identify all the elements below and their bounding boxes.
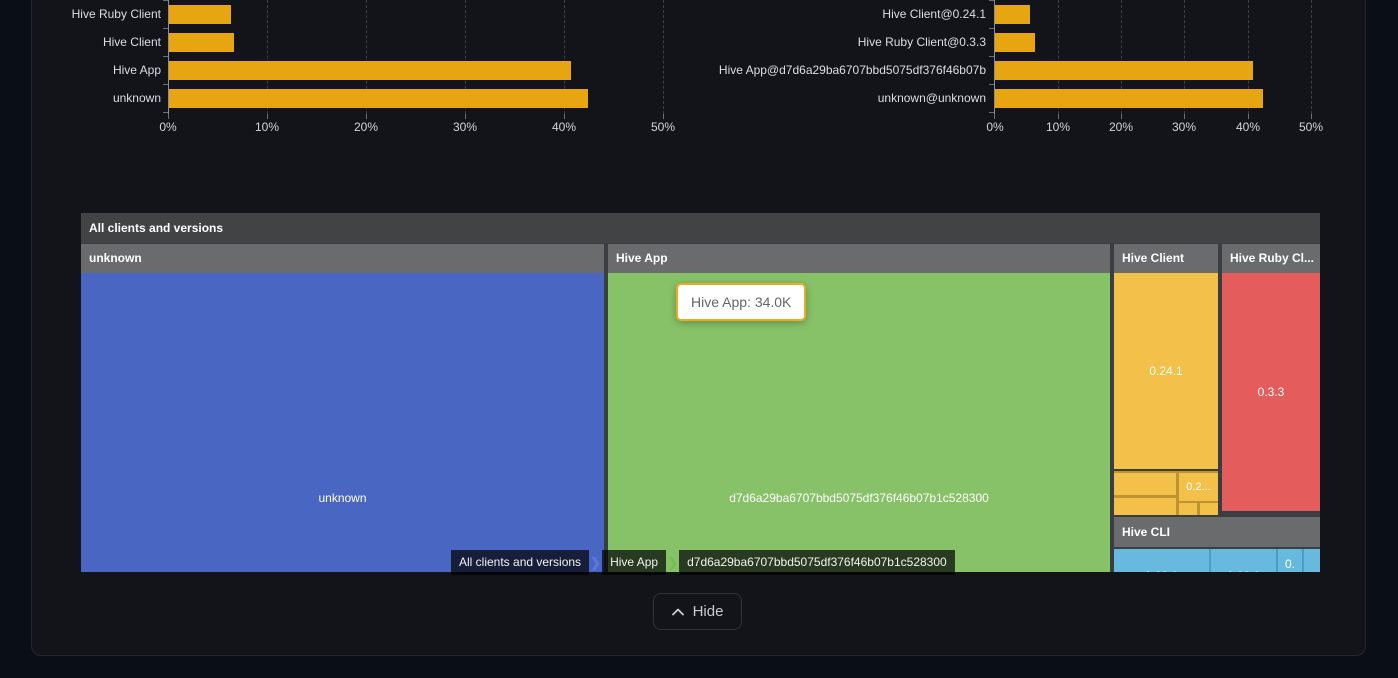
treemap-section-header-hive-app[interactable]: Hive App: [608, 244, 1110, 273]
treemap-cell-0-23-0[interactable]: 0.23.0: [1211, 549, 1276, 572]
treemap-cell-small[interactable]: [1114, 473, 1176, 495]
hide-button[interactable]: Hide: [653, 593, 742, 630]
bar-hive-ruby-client-0-3-3[interactable]: [995, 33, 1035, 52]
x-axis-tick: [994, 114, 995, 119]
bar-hive-client-0-24-1[interactable]: [995, 5, 1030, 24]
treemap-cell-unknown[interactable]: unknown: [81, 273, 604, 572]
y-axis-tick: [989, 112, 994, 113]
x-axis-label: 10%: [1036, 120, 1080, 134]
treemap-tooltip: Hive App: 34.0K: [676, 283, 806, 321]
y-axis-tick: [989, 0, 994, 1]
treemap-cell-small[interactable]: [1114, 498, 1176, 515]
treemap-cell-0-23-0[interactable]: 0.23.0: [1114, 549, 1209, 572]
hide-button-label: Hide: [693, 603, 724, 620]
x-axis-tick: [1121, 114, 1122, 119]
treemap-cell-small[interactable]: [1200, 503, 1218, 515]
treemap-section-header-hive-client[interactable]: Hive Client: [1114, 244, 1218, 273]
treemap-cell-small[interactable]: [1304, 549, 1320, 572]
treemap-cell-label: d7d6a29ba6707bbd5075df376f46b07b1c528300: [608, 491, 1110, 505]
treemap-cell-label: 0.23.0: [1114, 569, 1209, 572]
x-axis-label: 20%: [1099, 120, 1143, 134]
treemap-cell-label: 0.: [1278, 557, 1302, 571]
chevron-up-icon: [672, 608, 684, 616]
treemap-section-header-hive-cli[interactable]: Hive CLI: [1114, 517, 1320, 547]
treemap-all-clients-versions: All clients and versions unknown unknown…: [81, 213, 1320, 572]
page-background: Hive Ruby Client Hive Client Hive App un…: [0, 0, 1398, 678]
x-axis-tick: [1058, 114, 1059, 119]
treemap-cell-0[interactable]: 0.: [1278, 549, 1302, 572]
gridline: [1311, 0, 1312, 114]
plot-area: 0% 10% 20% 30% 40% 50%: [994, 0, 1324, 114]
treemap-cell-0-2[interactable]: 0.2...: [1179, 473, 1218, 501]
y-axis-tick: [989, 56, 994, 57]
treemap-cell-label: unknown: [81, 491, 604, 505]
treemap-cell-small[interactable]: [1179, 503, 1197, 515]
x-axis-label: 30%: [1162, 120, 1206, 134]
breadcrumb-item-hive-app[interactable]: Hive App: [602, 550, 666, 575]
y-axis-tick: [989, 28, 994, 29]
axis-category-label: Hive Ruby Client@0.3.3: [700, 36, 986, 49]
treemap-section-header-unknown[interactable]: unknown: [81, 244, 604, 273]
axis-category-label: Hive App@d7d6a29ba6707bbd5075df376f46b07…: [700, 64, 986, 77]
treemap-cell-label: 0.2...: [1186, 481, 1210, 493]
treemap-cell-0-3-3[interactable]: 0.3.3: [1222, 273, 1320, 511]
treemap-cell-label: 0.23.0: [1211, 569, 1276, 572]
x-axis-label: 40%: [1226, 120, 1270, 134]
bar-hive-app-hash[interactable]: [995, 61, 1253, 80]
treemap-subcells-hive-client: 0.2...: [1114, 471, 1218, 515]
breadcrumb-item-version-hash[interactable]: d7d6a29ba6707bbd5075df376f46b07b1c528300: [679, 550, 955, 575]
chevron-right-icon: ❯: [666, 550, 679, 575]
y-axis-tick: [989, 84, 994, 85]
x-axis-label: 50%: [1289, 120, 1333, 134]
x-axis-tick: [1184, 114, 1185, 119]
treemap-subcells-hive-cli: 0.23.0 0.23.0 0.: [1114, 549, 1320, 572]
treemap-section-header-hive-ruby-client[interactable]: Hive Ruby Cl...: [1222, 244, 1320, 273]
treemap-cell-label: 0.24.1: [1149, 364, 1182, 378]
treemap-breadcrumb: All clients and versions ❯ Hive App ❯ d7…: [451, 550, 955, 575]
x-axis-label: 0%: [973, 120, 1017, 134]
bar-unknown-unknown[interactable]: [995, 89, 1263, 108]
x-axis-tick: [1248, 114, 1249, 119]
treemap-cell-0-24-1[interactable]: 0.24.1: [1114, 273, 1218, 469]
treemap-root-header[interactable]: All clients and versions: [81, 213, 1320, 243]
treemap-cell-label: 0.3.3: [1258, 385, 1285, 399]
axis-category-label: Hive Client@0.24.1: [700, 8, 986, 21]
axis-category-label: unknown@unknown: [700, 92, 986, 105]
breadcrumb-item-root[interactable]: All clients and versions: [451, 550, 589, 575]
x-axis-tick: [1311, 114, 1312, 119]
chevron-right-icon: ❯: [589, 550, 602, 575]
